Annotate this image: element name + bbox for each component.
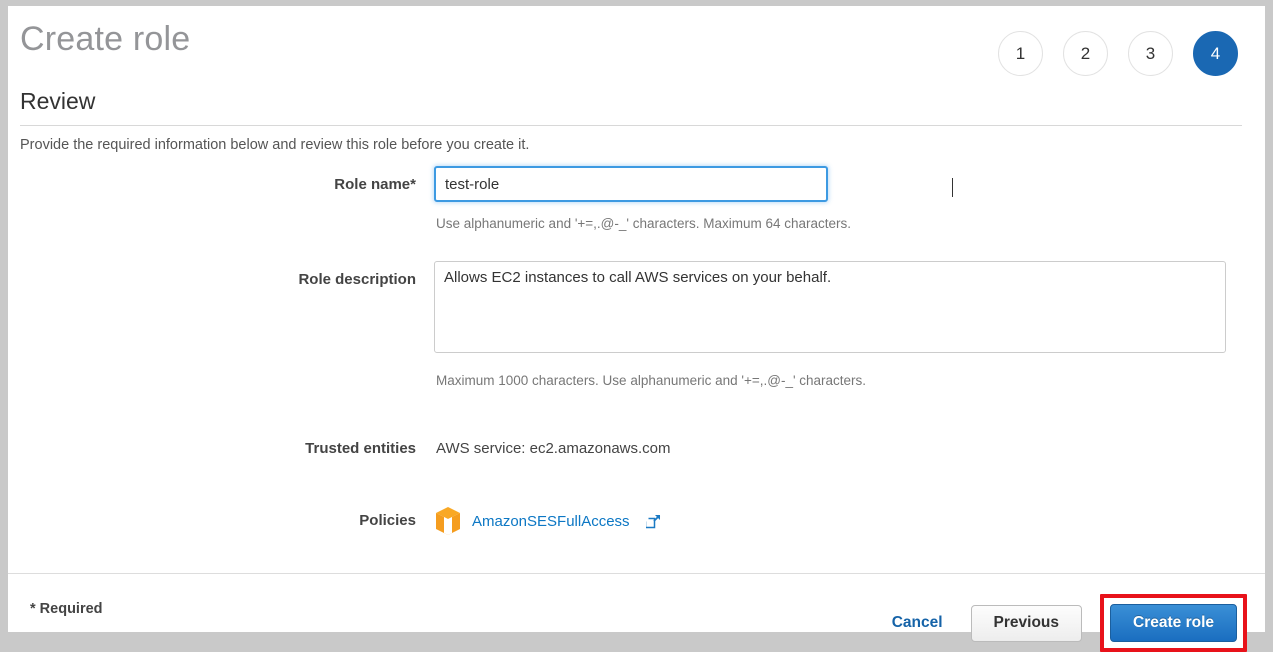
wizard-step-3[interactable]: 3: [1128, 31, 1173, 76]
role-description-row: Role description Maximum 1000 characters…: [8, 261, 1265, 401]
create-role-button[interactable]: Create role: [1110, 604, 1237, 642]
trusted-entities-label: Trusted entities: [305, 440, 416, 457]
previous-button[interactable]: Previous: [970, 604, 1083, 642]
policies-label: Policies: [359, 512, 416, 529]
footer-divider: [8, 573, 1265, 574]
role-description-hint: Maximum 1000 characters. Use alphanumeri…: [436, 373, 867, 388]
wizard-step-2[interactable]: 2: [1063, 31, 1108, 76]
page-title: Create role: [20, 20, 191, 58]
policies-row: Policies AmazonSESFullAccess: [8, 506, 1265, 546]
cancel-button[interactable]: Cancel: [892, 614, 943, 632]
role-name-label: Role name*: [334, 176, 416, 193]
create-role-highlight: Create role: [1100, 594, 1247, 652]
text-cursor: [952, 178, 953, 197]
trusted-entities-row: Trusted entities AWS service: ec2.amazon…: [8, 436, 1265, 476]
intro-text: Provide the required information below a…: [20, 137, 530, 153]
role-name-input[interactable]: [434, 166, 828, 202]
section-title: Review: [20, 88, 96, 114]
footer-actions: Cancel Previous Create role: [892, 594, 1247, 652]
create-role-wizard-card: Create role 1 2 3 4 Review Provide the r…: [8, 6, 1265, 652]
role-description-textarea[interactable]: [434, 261, 1226, 353]
policy-link[interactable]: AmazonSESFullAccess: [472, 513, 630, 530]
role-name-hint: Use alphanumeric and '+=,.@-_' character…: [436, 216, 852, 231]
external-link-icon[interactable]: [645, 514, 661, 529]
header-divider: [20, 125, 1242, 126]
role-description-label: Role description: [298, 271, 416, 288]
trusted-entities-value: AWS service: ec2.amazonaws.com: [436, 440, 671, 457]
wizard-step-1[interactable]: 1: [998, 31, 1043, 76]
role-name-row: Role name* Use alphanumeric and '+=,.@-_…: [8, 166, 1265, 244]
wizard-step-indicator: 1 2 3 4: [998, 31, 1238, 76]
required-note: * Required: [30, 601, 103, 617]
wizard-step-4[interactable]: 4: [1193, 31, 1238, 76]
policy-cube-icon: [436, 507, 460, 535]
